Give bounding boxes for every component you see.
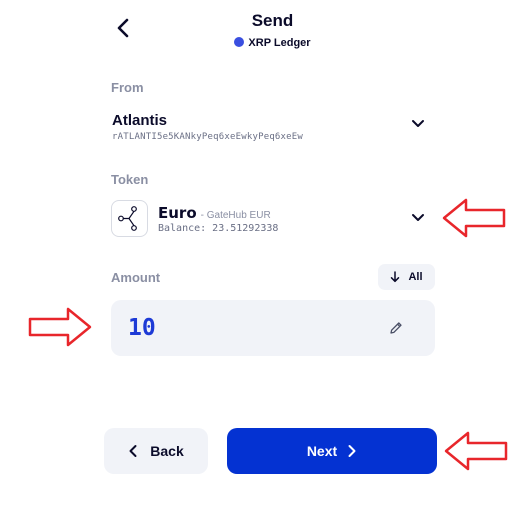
annotation-arrow-right-icon	[28, 307, 92, 347]
annotation-arrow-left-icon	[444, 431, 508, 471]
chevron-down-icon[interactable]	[410, 212, 426, 224]
token-balance: Balance: 23.51292338	[158, 223, 279, 234]
from-label: From	[111, 80, 144, 95]
gatehub-logo-icon	[118, 206, 137, 231]
token-name-row[interactable]: Euro - GateHub EUR	[158, 204, 271, 222]
token-logo[interactable]	[111, 200, 148, 237]
pencil-icon[interactable]	[388, 320, 404, 336]
token-issuer: - GateHub EUR	[200, 210, 271, 221]
network-indicator: XRP Ledger	[0, 37, 531, 49]
account-name[interactable]: Atlantis	[112, 112, 167, 129]
amount-label: Amount	[111, 270, 161, 285]
token-label: Token	[111, 172, 149, 187]
page-title: Send	[251, 11, 294, 30]
token-name: Euro	[158, 204, 197, 222]
next-button-label: Next	[306, 443, 338, 459]
chevron-down-icon[interactable]	[410, 118, 426, 130]
all-button[interactable]: All	[378, 264, 435, 290]
all-button-label: All	[408, 271, 423, 283]
network-dot-icon	[234, 37, 245, 47]
chevron-right-icon	[348, 445, 356, 457]
amount-input[interactable]	[128, 312, 368, 344]
next-button[interactable]: Next	[227, 428, 437, 474]
account-address: rATLANTI5e5KANkyPeq6xeEwkyPeq6xeEw	[112, 132, 304, 142]
arrow-down-icon	[391, 271, 400, 283]
back-button-label: Back	[150, 443, 184, 459]
amount-field[interactable]	[111, 300, 435, 356]
chevron-left-icon	[129, 445, 137, 457]
network-name: XRP Ledger	[248, 37, 311, 49]
annotation-arrow-left-icon	[442, 198, 506, 238]
back-button[interactable]: Back	[104, 428, 208, 474]
